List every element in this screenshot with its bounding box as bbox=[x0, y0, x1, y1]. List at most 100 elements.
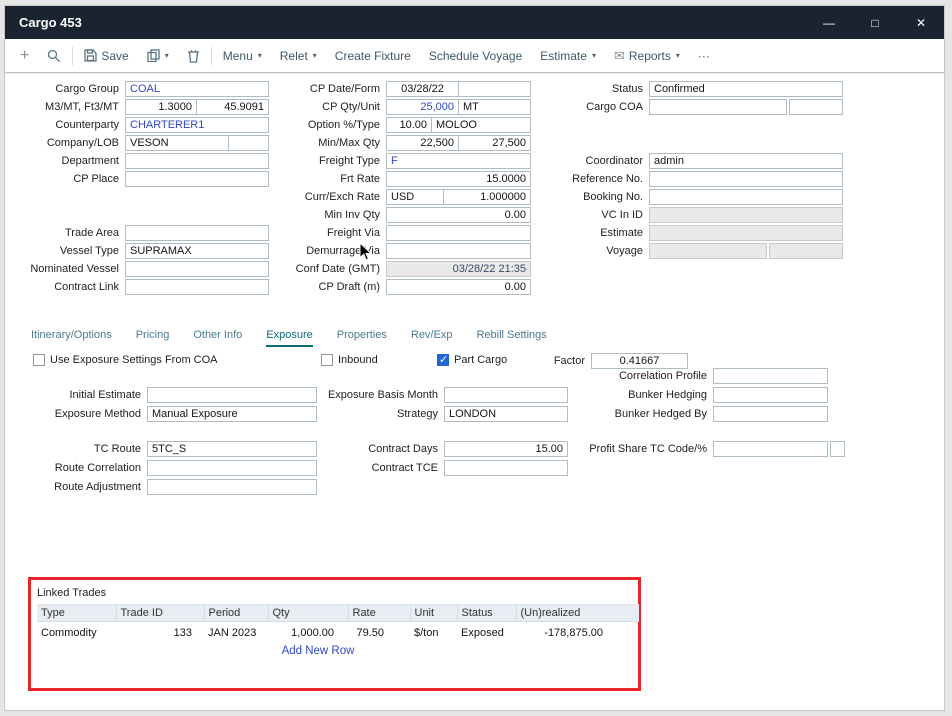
demurrage-via-field[interactable] bbox=[386, 243, 531, 259]
cp-qty-field[interactable]: 25,000 bbox=[386, 99, 459, 115]
cp-draft-field[interactable]: 0.00 bbox=[386, 279, 531, 295]
table-row[interactable]: Commodity 133 JAN 2023 1,000.00 79.50 $/… bbox=[37, 622, 639, 642]
cp-place-field[interactable] bbox=[125, 171, 269, 187]
ft3mt-field[interactable]: 45.9091 bbox=[196, 99, 269, 115]
factor-label: Factor bbox=[529, 355, 591, 367]
option-type-field[interactable]: MOLOO bbox=[431, 117, 531, 133]
column-header-trade-id[interactable]: Trade ID bbox=[116, 605, 204, 622]
tab-itinerary-options[interactable]: Itinerary/Options bbox=[31, 329, 112, 347]
booking-no-field[interactable] bbox=[649, 189, 843, 205]
bunker-hedging-field[interactable] bbox=[713, 387, 828, 403]
strategy-row: Strategy LONDON bbox=[301, 406, 568, 422]
column-header-type[interactable]: Type bbox=[37, 605, 116, 622]
tab-rebill-settings[interactable]: Rebill Settings bbox=[476, 329, 546, 347]
department-field[interactable] bbox=[125, 153, 269, 169]
company-field[interactable]: VESON bbox=[125, 135, 229, 151]
maximize-icon[interactable]: □ bbox=[852, 16, 898, 30]
initial-estimate-field[interactable] bbox=[147, 387, 317, 403]
profit-share-code-field[interactable] bbox=[713, 441, 828, 457]
copy-button[interactable]: ▾ bbox=[138, 39, 178, 72]
m3mt-label: M3/MT, Ft3/MT bbox=[7, 101, 125, 113]
add-button[interactable]: + bbox=[11, 39, 38, 72]
cp-date-field[interactable]: 03/28/22 bbox=[386, 81, 459, 97]
correlation-profile-field[interactable] bbox=[713, 368, 828, 384]
contract-link-row: Contract Link bbox=[7, 279, 269, 295]
correlation-profile-label: Correlation Profile bbox=[531, 370, 713, 382]
estimate-label: Estimate bbox=[531, 227, 649, 239]
create-fixture-button[interactable]: Create Fixture bbox=[326, 39, 420, 72]
tc-route-field[interactable]: 5TC_S bbox=[147, 441, 317, 457]
menu-button[interactable]: Menu▾ bbox=[214, 39, 271, 72]
column-header-rate[interactable]: Rate bbox=[348, 605, 410, 622]
nominated-vessel-field[interactable] bbox=[125, 261, 269, 277]
cp-draft-row: CP Draft (m) 0.00 bbox=[269, 279, 531, 295]
column-header-status[interactable]: Status bbox=[457, 605, 516, 622]
tab-other-info[interactable]: Other Info bbox=[193, 329, 242, 347]
freight-via-field[interactable] bbox=[386, 225, 531, 241]
route-adjustment-field[interactable] bbox=[147, 479, 317, 495]
tab-exposure[interactable]: Exposure bbox=[266, 329, 312, 347]
bunker-hedged-by-row: Bunker Hedged By bbox=[531, 406, 828, 422]
column-header-period[interactable]: Period bbox=[204, 605, 268, 622]
reference-no-field[interactable] bbox=[649, 171, 843, 187]
frt-rate-field[interactable]: 15.0000 bbox=[386, 171, 531, 187]
trade-area-field[interactable] bbox=[125, 225, 269, 241]
counterparty-field[interactable]: CHARTERER1 bbox=[125, 117, 269, 133]
coordinator-field[interactable]: admin bbox=[649, 153, 843, 169]
option-type-label: Option %/Type bbox=[269, 119, 386, 131]
cp-unit-field[interactable]: MT bbox=[458, 99, 531, 115]
route-correlation-field[interactable] bbox=[147, 460, 317, 476]
schedule-voyage-button[interactable]: Schedule Voyage bbox=[420, 39, 531, 72]
min-qty-field[interactable]: 22,500 bbox=[386, 135, 459, 151]
m3mt-field[interactable]: 1.3000 bbox=[125, 99, 197, 115]
contract-tce-field[interactable] bbox=[444, 460, 568, 476]
column-header-qty[interactable]: Qty bbox=[268, 605, 348, 622]
estimate-row: Estimate bbox=[531, 225, 843, 241]
status-label: Status bbox=[531, 83, 649, 95]
exch-rate-field[interactable]: 1.000000 bbox=[443, 189, 531, 205]
exposure-col-a: Initial Estimate Exposure Method Manual … bbox=[7, 387, 317, 425]
reports-button[interactable]: ✉Reports▾ bbox=[605, 39, 689, 72]
max-qty-field[interactable]: 27,500 bbox=[458, 135, 531, 151]
toolbar-divider bbox=[72, 47, 73, 65]
tab-properties[interactable]: Properties bbox=[337, 329, 387, 347]
part-cargo-checkbox[interactable]: Part Cargo bbox=[437, 353, 507, 367]
checkbox-checked-icon bbox=[437, 354, 449, 366]
bunker-hedged-by-field[interactable] bbox=[713, 406, 828, 422]
profit-share-pct-field[interactable] bbox=[830, 441, 845, 457]
minimize-icon[interactable]: — bbox=[806, 16, 852, 30]
search-button[interactable] bbox=[38, 39, 70, 72]
use-exposure-settings-checkbox[interactable]: Use Exposure Settings From COA bbox=[33, 353, 218, 367]
estimate-button[interactable]: Estimate▾ bbox=[531, 39, 605, 72]
overflow-button[interactable]: ··· bbox=[689, 39, 719, 72]
cargo-coa-field-2[interactable] bbox=[789, 99, 843, 115]
add-new-row-link[interactable]: Add New Row bbox=[37, 645, 639, 657]
column-header-unit[interactable]: Unit bbox=[410, 605, 457, 622]
tab-pricing[interactable]: Pricing bbox=[136, 329, 170, 347]
option-pct-field[interactable]: 10.00 bbox=[386, 117, 432, 133]
relet-button[interactable]: Relet▾ bbox=[271, 39, 326, 72]
min-max-qty-label: Min/Max Qty bbox=[269, 137, 386, 149]
column-header-unrealized[interactable]: (Un)realized bbox=[516, 605, 639, 622]
inbound-checkbox[interactable]: Inbound bbox=[321, 353, 378, 367]
cargo-group-field[interactable]: COAL bbox=[125, 81, 269, 97]
currency-field[interactable]: USD bbox=[386, 189, 444, 205]
coordinator-row: Coordinator admin bbox=[531, 153, 843, 169]
delete-button[interactable] bbox=[178, 39, 209, 72]
cp-form-field[interactable] bbox=[458, 81, 531, 97]
exposure-method-field[interactable]: Manual Exposure bbox=[147, 406, 317, 422]
close-icon[interactable]: ✕ bbox=[898, 16, 944, 30]
factor-field[interactable]: 0.41667 bbox=[591, 353, 688, 369]
tab-rev-exp[interactable]: Rev/Exp bbox=[411, 329, 453, 347]
lob-field[interactable] bbox=[228, 135, 269, 151]
freight-type-field[interactable]: F bbox=[386, 153, 531, 169]
vessel-type-field[interactable]: SUPRAMAX bbox=[125, 243, 269, 259]
trade-id-cell: 133 bbox=[116, 622, 204, 642]
cargo-coa-field[interactable] bbox=[649, 99, 787, 115]
save-button[interactable]: Save bbox=[75, 39, 137, 72]
contract-link-field[interactable] bbox=[125, 279, 269, 295]
freight-via-label: Freight Via bbox=[269, 227, 386, 239]
trade-qty-link[interactable]: 1,000.00 bbox=[268, 622, 348, 642]
min-inv-qty-field[interactable]: 0.00 bbox=[386, 207, 531, 223]
status-field[interactable]: Confirmed bbox=[649, 81, 843, 97]
